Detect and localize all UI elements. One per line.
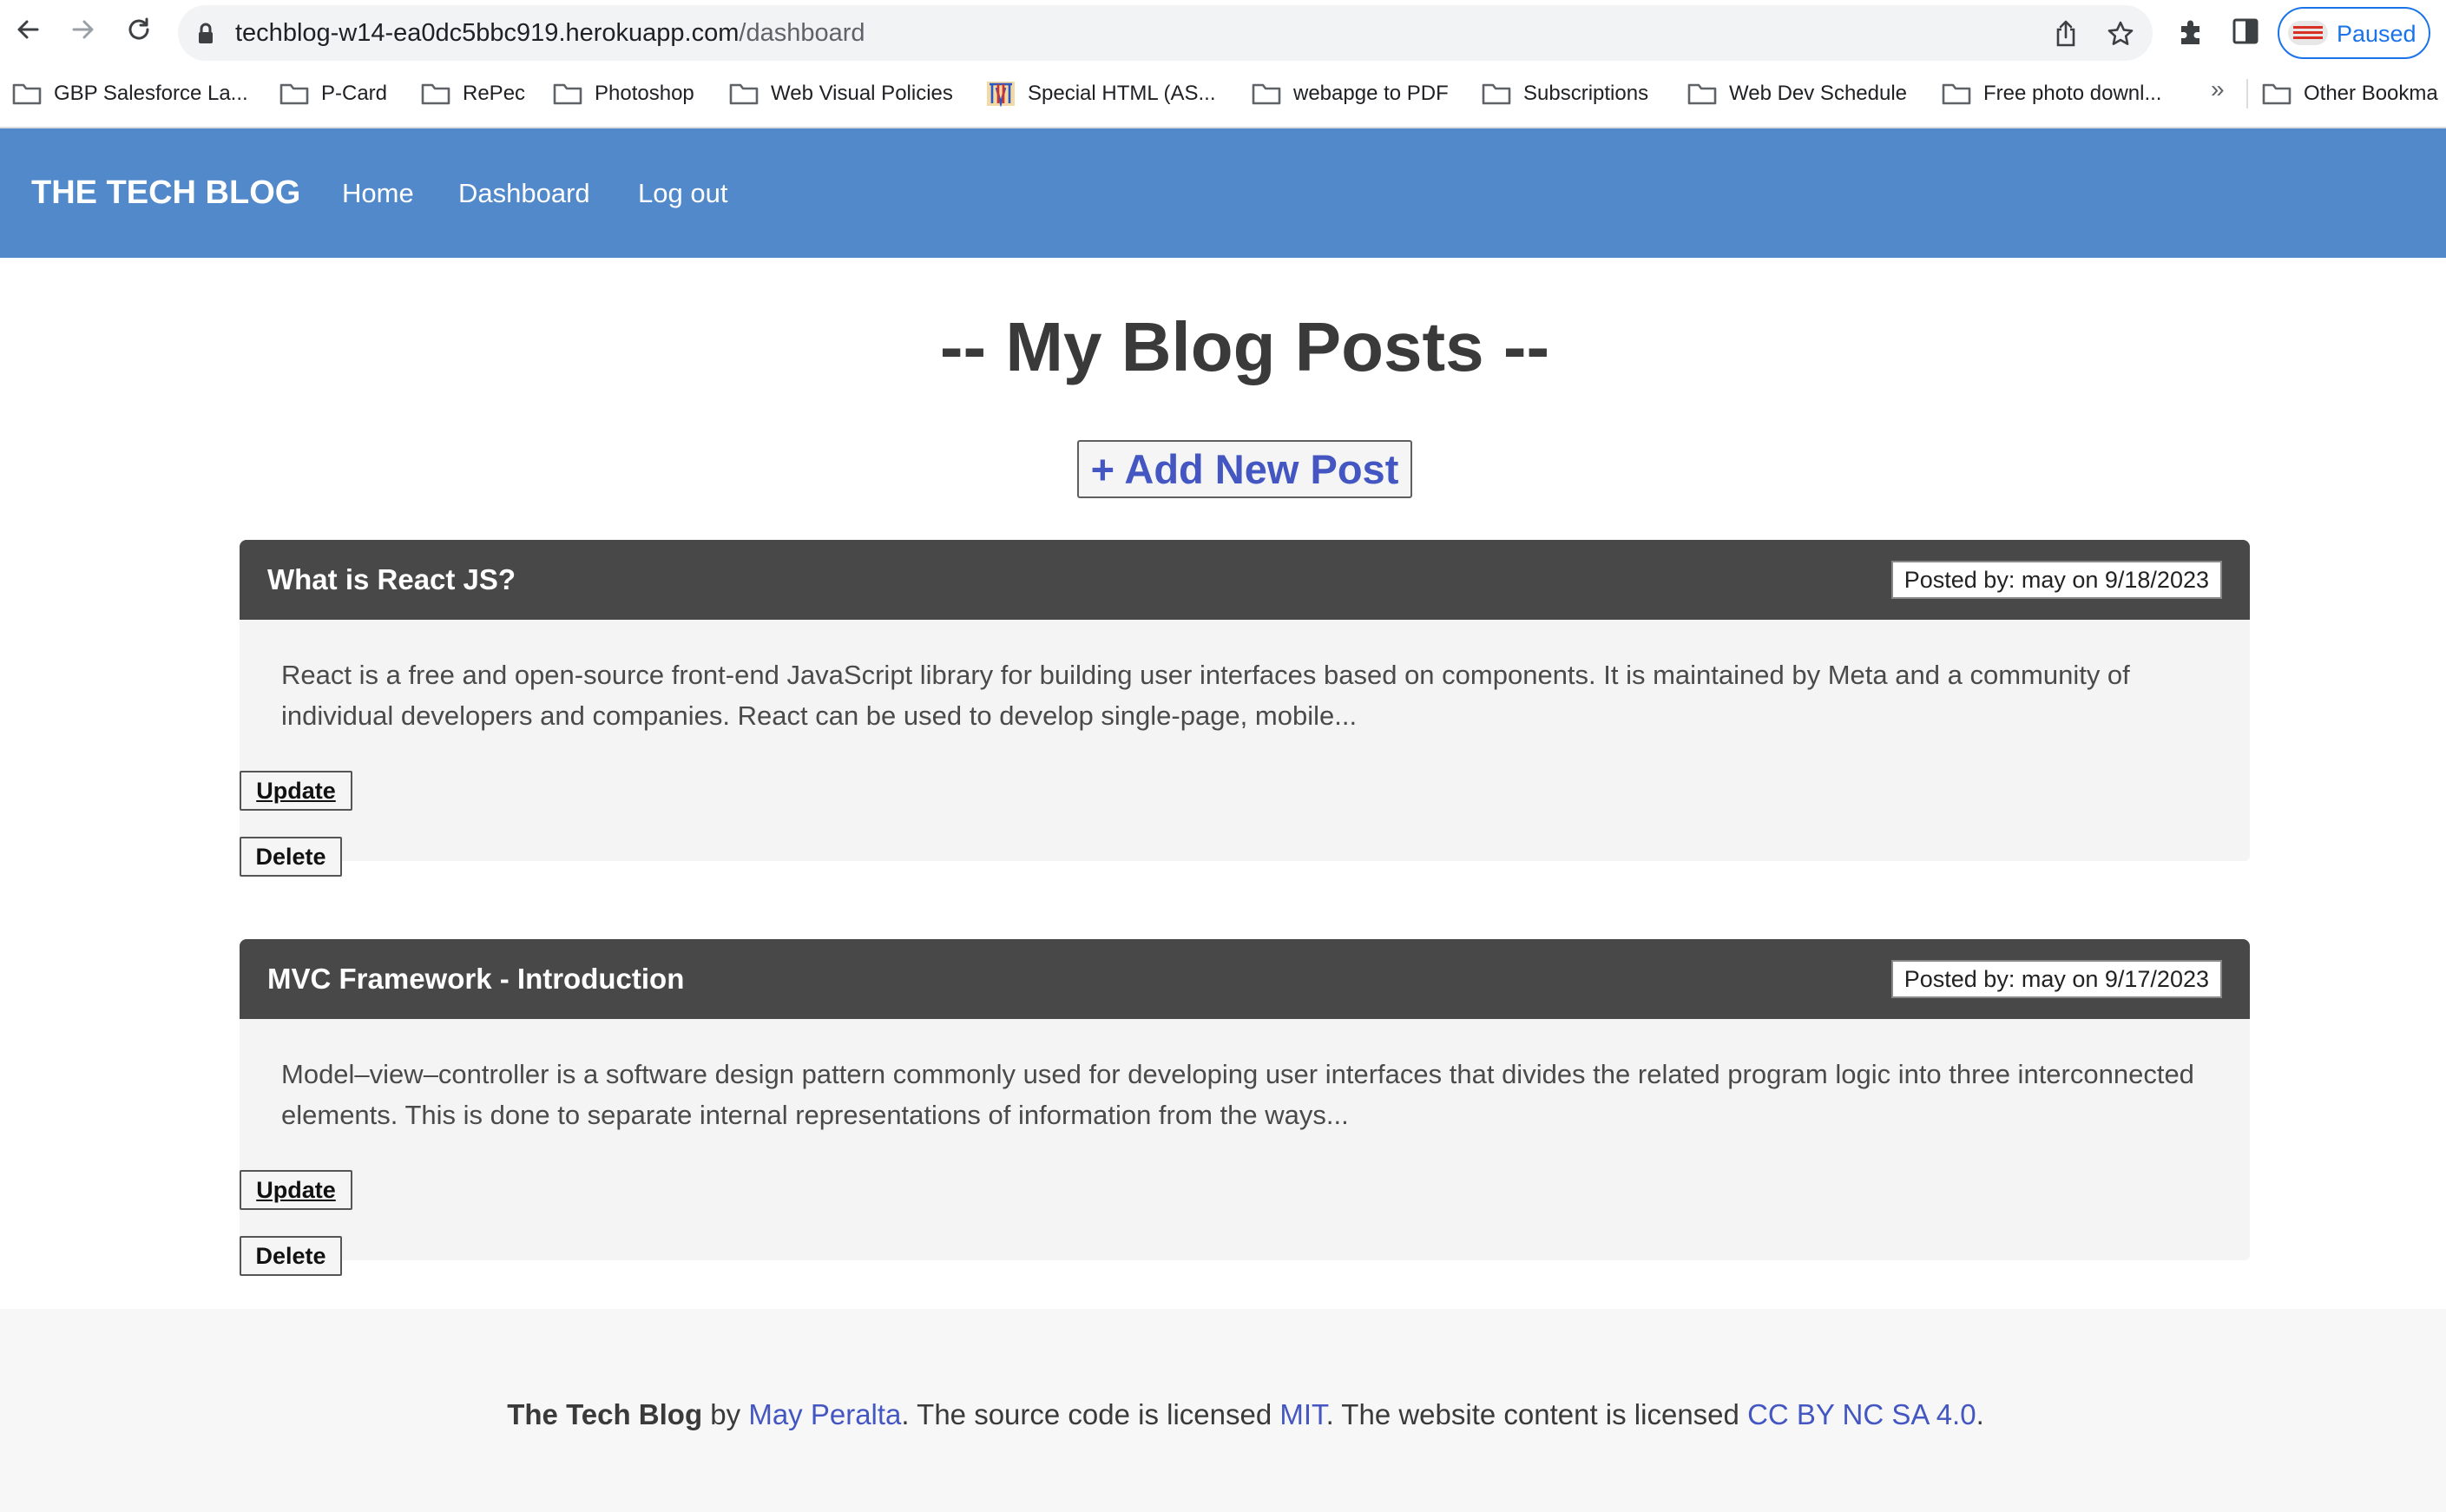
bookmarks-bar: GBP Salesforce La... P-Card RePec Photos… [0, 74, 2446, 117]
post-meta-badge: Posted by: may on 9/18/2023 [1890, 561, 2222, 599]
bookmark-label: GBP Salesforce La... [54, 82, 248, 105]
footer-text: . The source code is licensed [901, 1398, 1280, 1430]
folder-icon [553, 83, 582, 105]
reload-icon[interactable] [122, 12, 156, 47]
profile-paused-button[interactable]: Paused [2278, 7, 2430, 59]
footer-cc-license-link[interactable]: CC BY NC SA 4.0 [1747, 1398, 1976, 1430]
post-header: MVC Framework - Introduction Posted by: … [240, 939, 2250, 1019]
bookmark-label: Web Visual Policies [771, 82, 953, 105]
lock-icon [197, 23, 214, 49]
bookmark-label: Free photo downl... [1983, 82, 2162, 105]
footer-site-name: The Tech Blog [507, 1398, 703, 1430]
post-header: What is React JS? Posted by: may on 9/18… [240, 540, 2250, 620]
bookmark-label: Photoshop [595, 82, 694, 105]
nav-dashboard-link[interactable]: Dashboard [458, 176, 590, 211]
nav-logout-link[interactable]: Log out [638, 176, 727, 211]
folder-icon [1687, 83, 1717, 105]
url-host: techblog-w14-ea0dc5bbc919.herokuapp.com [235, 19, 740, 47]
bookmark-label: RePec [463, 82, 526, 105]
site-header: THE TECH BLOG Home Dashboard Log out [0, 128, 2446, 258]
site-brand[interactable]: THE TECH BLOG [31, 174, 300, 212]
other-bookmarks-item[interactable]: Other Bookma [2262, 74, 2438, 114]
bookmark-item[interactable]: GBP Salesforce La... [12, 74, 248, 114]
url-path: /dashboard [739, 19, 865, 47]
footer-text: . The website content is licensed [1325, 1398, 1748, 1430]
bookmark-item[interactable]: Web Dev Schedule [1687, 74, 1907, 114]
back-arrow-icon[interactable] [10, 12, 45, 47]
post-body: Model–view–controller is a software desi… [240, 1019, 2250, 1260]
avatar [2288, 21, 2328, 45]
folder-icon [1942, 83, 1971, 105]
nav-home-link[interactable]: Home [342, 176, 414, 211]
bookmark-item[interactable]: Subscriptions [1482, 74, 1648, 114]
other-bookmarks-label: Other Bookma [2304, 82, 2438, 105]
bookmark-label: P-Card [321, 82, 388, 105]
bookmark-label: Subscriptions [1523, 82, 1649, 105]
browser-toolbar: techblog-w14-ea0dc5bbc919.herokuapp.com/… [0, 0, 2446, 67]
folder-icon [421, 83, 450, 105]
bookmark-item[interactable]: Photoshop [553, 74, 694, 114]
post-title[interactable]: MVC Framework - Introduction [267, 961, 684, 997]
bookmark-label: Special HTML (AS... [1028, 82, 1216, 105]
folder-icon [2262, 83, 2291, 105]
extensions-puzzle-icon[interactable] [2176, 17, 2206, 51]
bookmark-item[interactable]: RePec [421, 74, 525, 114]
folder-icon [729, 83, 759, 105]
post-body: React is a free and open-source front-en… [240, 620, 2250, 861]
add-new-post-button[interactable]: + Add New Post [1077, 440, 1412, 498]
post-excerpt: React is a free and open-source front-en… [281, 660, 2130, 731]
share-icon[interactable] [2054, 20, 2078, 52]
url-text[interactable]: techblog-w14-ea0dc5bbc919.herokuapp.com/… [235, 16, 865, 49]
delete-post-button[interactable]: Delete [240, 837, 342, 877]
post-excerpt: Model–view–controller is a software desi… [281, 1059, 2194, 1130]
bookmark-item[interactable]: Web Visual Policies [729, 74, 953, 114]
folder-icon [12, 83, 42, 105]
update-post-button[interactable]: Update [240, 771, 352, 811]
post-card: MVC Framework - Introduction Posted by: … [240, 939, 2250, 1276]
footer-text: . [1976, 1398, 1984, 1430]
profile-status-label: Paused [2337, 21, 2416, 47]
folder-icon [1482, 83, 1511, 105]
site-favicon-icon [987, 82, 1015, 107]
page-title: -- My Blog Posts -- [939, 308, 1550, 385]
bookmark-item[interactable]: webapge to PDF [1252, 74, 1449, 114]
bookmark-label: Web Dev Schedule [1729, 82, 1908, 105]
folder-icon [279, 83, 309, 105]
update-post-button[interactable]: Update [240, 1170, 352, 1210]
post-card: What is React JS? Posted by: may on 9/18… [240, 540, 2250, 877]
post-meta-badge: Posted by: may on 9/17/2023 [1890, 960, 2222, 998]
footer-text: by [702, 1398, 749, 1430]
footer-mit-license-link[interactable]: MIT [1279, 1398, 1325, 1430]
address-bar[interactable]: techblog-w14-ea0dc5bbc919.herokuapp.com/… [178, 5, 2153, 61]
bookmarks-overflow-button[interactable]: » [2211, 76, 2225, 103]
folder-icon [1252, 83, 1281, 105]
star-icon[interactable] [2107, 20, 2134, 52]
footer-author-link[interactable]: May Peralta [748, 1398, 901, 1430]
side-panel-icon[interactable] [2232, 17, 2259, 49]
delete-post-button[interactable]: Delete [240, 1236, 342, 1276]
bookmark-item[interactable]: Free photo downl... [1942, 74, 2161, 114]
bookmark-item[interactable]: Special HTML (AS... [986, 74, 1216, 114]
bookmark-label: webapge to PDF [1293, 82, 1449, 105]
bookmarks-divider [2246, 79, 2248, 108]
post-title[interactable]: What is React JS? [267, 562, 516, 598]
forward-arrow-icon[interactable] [66, 12, 101, 47]
bookmark-item[interactable]: P-Card [279, 74, 387, 114]
footer-credits: The Tech Blog by May Peralta. The source… [0, 1396, 2446, 1434]
site-footer: The Tech Blog by May Peralta. The source… [0, 1309, 2446, 1512]
